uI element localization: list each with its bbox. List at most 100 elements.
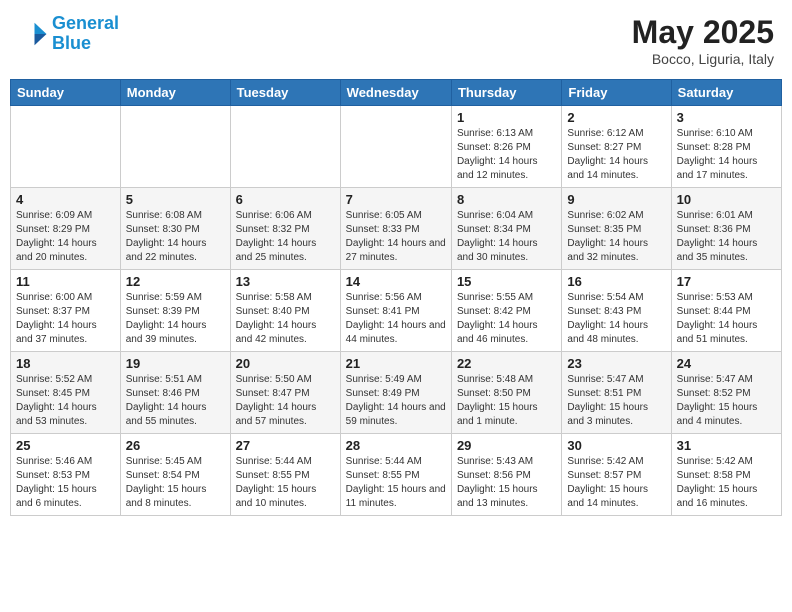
calendar-cell: 25 Sunrise: 5:46 AM Sunset: 8:53 PM Dayli…	[11, 434, 121, 516]
day-number: 15	[457, 274, 556, 289]
calendar-cell	[230, 106, 340, 188]
weekday-header: Sunday	[11, 80, 121, 106]
day-info: Sunrise: 5:47 AM Sunset: 8:51 PM Dayligh…	[567, 373, 665, 429]
day-info: Sunrise: 5:48 AM Sunset: 8:50 PM Dayligh…	[457, 373, 556, 429]
day-info: Sunrise: 5:55 AM Sunset: 8:42 PM Dayligh…	[457, 291, 556, 347]
calendar-cell: 5Sunrise: 6:08 AM Sunset: 8:30 PM Daylig…	[120, 188, 230, 270]
day-info: Sunrise: 6:13 AM Sunset: 8:26 PM Dayligh…	[457, 127, 556, 183]
calendar-cell: 30 Sunrise: 5:42 AM Sunset: 8:57 PM Dayli…	[562, 434, 671, 516]
day-number: 22	[457, 356, 556, 371]
logo-icon	[18, 19, 48, 49]
calendar-week-row: 1 Sunrise: 6:13 AM Sunset: 8:26 PM Daylig…	[11, 106, 782, 188]
day-number: 26	[126, 438, 225, 453]
day-info: Sunrise: 5:49 AM Sunset: 8:49 PM Dayligh…	[346, 373, 446, 429]
day-number: 10	[677, 192, 776, 207]
calendar-week-row: 18Sunrise: 5:52 AM Sunset: 8:45 PM Dayli…	[11, 352, 782, 434]
calendar-cell	[11, 106, 121, 188]
calendar-table: SundayMondayTuesdayWednesdayThursdayFrid…	[10, 79, 782, 516]
day-number: 3	[677, 110, 776, 125]
day-number: 8	[457, 192, 556, 207]
calendar-cell: 8 Sunrise: 6:04 AM Sunset: 8:34 PM Daylig…	[451, 188, 561, 270]
location-title: Bocco, Liguria, Italy	[632, 51, 774, 67]
calendar-cell: 2 Sunrise: 6:12 AM Sunset: 8:27 PM Daylig…	[562, 106, 671, 188]
calendar-cell: 9 Sunrise: 6:02 AM Sunset: 8:35 PM Daylig…	[562, 188, 671, 270]
calendar-cell: 1 Sunrise: 6:13 AM Sunset: 8:26 PM Daylig…	[451, 106, 561, 188]
calendar-cell: 12Sunrise: 5:59 AM Sunset: 8:39 PM Dayli…	[120, 270, 230, 352]
day-number: 9	[567, 192, 665, 207]
calendar-cell: 22 Sunrise: 5:48 AM Sunset: 8:50 PM Dayli…	[451, 352, 561, 434]
day-number: 29	[457, 438, 556, 453]
calendar-cell: 26 Sunrise: 5:45 AM Sunset: 8:54 PM Dayli…	[120, 434, 230, 516]
day-info: Sunrise: 5:44 AM Sunset: 8:55 PM Dayligh…	[346, 455, 446, 511]
logo-line1: General	[52, 13, 119, 33]
calendar-cell: 20 Sunrise: 5:50 AM Sunset: 8:47 PM Dayli…	[230, 352, 340, 434]
day-number: 27	[236, 438, 335, 453]
day-info: Sunrise: 6:04 AM Sunset: 8:34 PM Dayligh…	[457, 209, 556, 265]
day-info: Sunrise: 6:01 AM Sunset: 8:36 PM Dayligh…	[677, 209, 776, 265]
day-info: Sunrise: 5:43 AM Sunset: 8:56 PM Dayligh…	[457, 455, 556, 511]
day-info: Sunrise: 5:56 AM Sunset: 8:41 PM Dayligh…	[346, 291, 446, 347]
day-number: 31	[677, 438, 776, 453]
day-info: Sunrise: 5:46 AM Sunset: 8:53 PM Dayligh…	[16, 455, 115, 511]
day-info: Sunrise: 5:44 AM Sunset: 8:55 PM Dayligh…	[236, 455, 335, 511]
day-number: 11	[16, 274, 115, 289]
day-number: 30	[567, 438, 665, 453]
day-info: Sunrise: 5:42 AM Sunset: 8:58 PM Dayligh…	[677, 455, 776, 511]
day-number: 18	[16, 356, 115, 371]
calendar-cell: 21 Sunrise: 5:49 AM Sunset: 8:49 PM Dayli…	[340, 352, 451, 434]
weekday-header: Thursday	[451, 80, 561, 106]
day-number: 4	[16, 192, 115, 207]
logo-line2: Blue	[52, 33, 91, 53]
day-info: Sunrise: 5:45 AM Sunset: 8:54 PM Dayligh…	[126, 455, 225, 511]
calendar-cell: 11 Sunrise: 6:00 AM Sunset: 8:37 PM Dayli…	[11, 270, 121, 352]
calendar-cell: 24Sunrise: 5:47 AM Sunset: 8:52 PM Dayli…	[671, 352, 781, 434]
calendar-cell: 6Sunrise: 6:06 AM Sunset: 8:32 PM Daylig…	[230, 188, 340, 270]
day-info: Sunrise: 6:06 AM Sunset: 8:32 PM Dayligh…	[236, 209, 335, 265]
day-info: Sunrise: 6:05 AM Sunset: 8:33 PM Dayligh…	[346, 209, 446, 265]
calendar-cell: 16Sunrise: 5:54 AM Sunset: 8:43 PM Dayli…	[562, 270, 671, 352]
calendar-week-row: 11 Sunrise: 6:00 AM Sunset: 8:37 PM Dayli…	[11, 270, 782, 352]
month-title: May 2025	[632, 14, 774, 51]
calendar-cell: 15 Sunrise: 5:55 AM Sunset: 8:42 PM Dayli…	[451, 270, 561, 352]
day-number: 21	[346, 356, 446, 371]
day-info: Sunrise: 5:59 AM Sunset: 8:39 PM Dayligh…	[126, 291, 225, 347]
day-number: 16	[567, 274, 665, 289]
weekday-header: Saturday	[671, 80, 781, 106]
day-number: 17	[677, 274, 776, 289]
day-info: Sunrise: 6:00 AM Sunset: 8:37 PM Dayligh…	[16, 291, 115, 347]
day-info: Sunrise: 6:09 AM Sunset: 8:29 PM Dayligh…	[16, 209, 115, 265]
calendar-cell	[340, 106, 451, 188]
calendar-week-row: 25 Sunrise: 5:46 AM Sunset: 8:53 PM Dayli…	[11, 434, 782, 516]
day-info: Sunrise: 5:51 AM Sunset: 8:46 PM Dayligh…	[126, 373, 225, 429]
day-number: 20	[236, 356, 335, 371]
day-info: Sunrise: 5:53 AM Sunset: 8:44 PM Dayligh…	[677, 291, 776, 347]
day-number: 25	[16, 438, 115, 453]
weekday-header: Tuesday	[230, 80, 340, 106]
day-info: Sunrise: 6:12 AM Sunset: 8:27 PM Dayligh…	[567, 127, 665, 183]
day-info: Sunrise: 5:42 AM Sunset: 8:57 PM Dayligh…	[567, 455, 665, 511]
calendar-cell: 7 Sunrise: 6:05 AM Sunset: 8:33 PM Daylig…	[340, 188, 451, 270]
weekday-header: Monday	[120, 80, 230, 106]
calendar-cell: 19Sunrise: 5:51 AM Sunset: 8:46 PM Dayli…	[120, 352, 230, 434]
day-number: 1	[457, 110, 556, 125]
day-number: 2	[567, 110, 665, 125]
calendar-cell: 28Sunrise: 5:44 AM Sunset: 8:55 PM Dayli…	[340, 434, 451, 516]
page-header: General Blue May 2025 Bocco, Liguria, It…	[10, 10, 782, 71]
day-number: 5	[126, 192, 225, 207]
day-number: 24	[677, 356, 776, 371]
calendar-cell: 14 Sunrise: 5:56 AM Sunset: 8:41 PM Dayli…	[340, 270, 451, 352]
day-number: 23	[567, 356, 665, 371]
day-info: Sunrise: 5:58 AM Sunset: 8:40 PM Dayligh…	[236, 291, 335, 347]
calendar-cell: 13Sunrise: 5:58 AM Sunset: 8:40 PM Dayli…	[230, 270, 340, 352]
day-info: Sunrise: 5:50 AM Sunset: 8:47 PM Dayligh…	[236, 373, 335, 429]
weekday-header: Friday	[562, 80, 671, 106]
day-info: Sunrise: 6:02 AM Sunset: 8:35 PM Dayligh…	[567, 209, 665, 265]
day-info: Sunrise: 6:10 AM Sunset: 8:28 PM Dayligh…	[677, 127, 776, 183]
day-number: 7	[346, 192, 446, 207]
calendar-week-row: 4 Sunrise: 6:09 AM Sunset: 8:29 PM Daylig…	[11, 188, 782, 270]
calendar-cell: 3 Sunrise: 6:10 AM Sunset: 8:28 PM Daylig…	[671, 106, 781, 188]
day-number: 14	[346, 274, 446, 289]
calendar-cell: 27 Sunrise: 5:44 AM Sunset: 8:55 PM Dayli…	[230, 434, 340, 516]
calendar-header-row: SundayMondayTuesdayWednesdayThursdayFrid…	[11, 80, 782, 106]
calendar-cell: 10 Sunrise: 6:01 AM Sunset: 8:36 PM Dayli…	[671, 188, 781, 270]
